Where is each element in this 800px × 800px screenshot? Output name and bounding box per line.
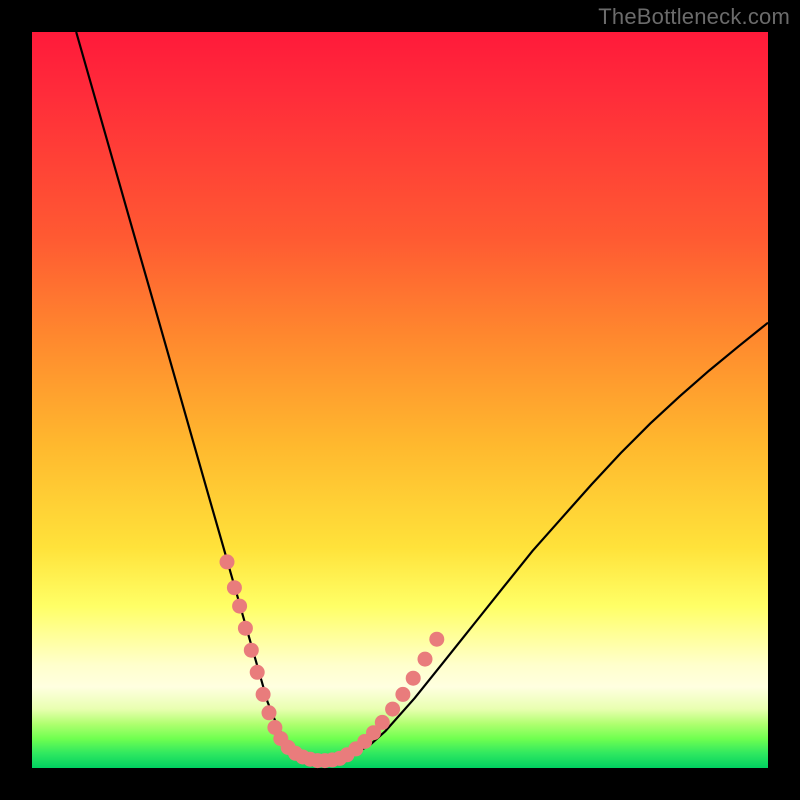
- plot-area: [32, 32, 768, 768]
- bottleneck-curve: [76, 32, 768, 761]
- watermark-text: TheBottleneck.com: [598, 4, 790, 30]
- dot: [429, 632, 444, 647]
- dot: [256, 687, 271, 702]
- dot: [406, 671, 421, 686]
- chart-frame: TheBottleneck.com: [0, 0, 800, 800]
- dot: [418, 652, 433, 667]
- dot: [375, 715, 390, 730]
- dot: [395, 687, 410, 702]
- dot: [238, 621, 253, 636]
- dot: [220, 554, 235, 569]
- dot: [250, 665, 265, 680]
- highlighted-dots: [220, 554, 445, 768]
- chart-svg: [32, 32, 768, 768]
- dot: [262, 705, 277, 720]
- dot: [232, 599, 247, 614]
- dot: [227, 580, 242, 595]
- dot: [385, 702, 400, 717]
- dot: [244, 643, 259, 658]
